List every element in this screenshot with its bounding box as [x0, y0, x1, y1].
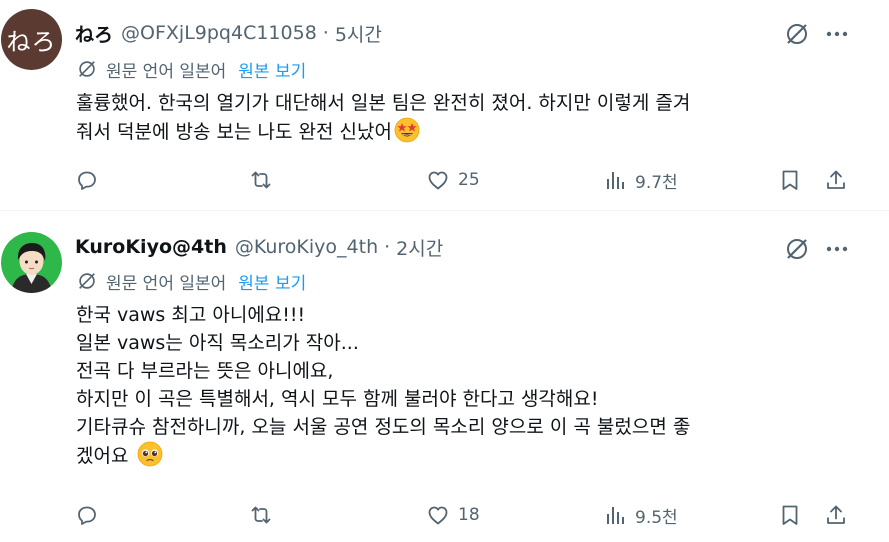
views-button[interactable]: 9.5천 — [603, 500, 678, 530]
show-original-link[interactable]: 원본 보기 — [238, 269, 306, 294]
tweet-header: KuroKiyo@4th @KuroKiyo_4th · 2시간 — [75, 234, 443, 260]
bookmark-button[interactable] — [778, 500, 802, 530]
view-count: 9.7천 — [635, 172, 678, 193]
more-options-button[interactable] — [822, 235, 852, 263]
grok-icon — [787, 24, 807, 44]
like-count: 18 — [458, 505, 480, 525]
reply-icon — [78, 171, 96, 190]
translation-notice: 원문 언어 일본어 원본 보기 — [76, 269, 306, 294]
user-handle[interactable]: @OFXjL9pq4C11058 — [121, 22, 317, 44]
share-button[interactable] — [824, 165, 848, 195]
share-icon — [827, 170, 845, 189]
tweet-actions: 18 9.5천 — [0, 500, 889, 530]
timestamp[interactable]: 2시간 — [396, 234, 443, 261]
grok-button[interactable] — [783, 235, 811, 263]
repost-button[interactable] — [249, 500, 273, 530]
heart-icon — [428, 506, 448, 525]
heart-icon — [428, 171, 448, 190]
user-handle[interactable]: @KuroKiyo_4th — [235, 236, 378, 258]
analytics-icon — [607, 507, 624, 524]
more-dots-icon — [826, 31, 848, 37]
share-button[interactable] — [824, 500, 848, 530]
views-button[interactable]: 9.7천 — [603, 165, 678, 195]
translate-icon — [79, 273, 95, 289]
grok-icon — [787, 239, 807, 259]
separator-dot: · — [384, 236, 391, 258]
bookmark-icon — [782, 170, 798, 190]
avatar[interactable] — [1, 232, 62, 293]
reply-icon — [78, 506, 96, 525]
grok-button[interactable] — [783, 20, 811, 48]
like-button[interactable]: 18 — [426, 500, 480, 530]
translate-icon — [79, 61, 95, 77]
tweet-text: 한국 vaws 최고 아니에요!!! 일본 vaws는 아직 목소리가 작아..… — [76, 301, 866, 470]
original-language-label: 원문 언어 일본어 — [106, 273, 227, 294]
tweet-actions: 25 9.7천 — [0, 165, 889, 195]
tweet[interactable]: KuroKiyo@4th @KuroKiyo_4th · 2시간 원문 언어 일… — [0, 212, 889, 542]
tweet-text: 훌륭했어. 한국의 열기가 대단해서 일본 팀은 완전히 졌어. 하지만 이렇게… — [76, 89, 866, 146]
tweet-text-content: 훌륭했어. 한국의 열기가 대단해서 일본 팀은 완전히 졌어. 하지만 이렇게… — [76, 92, 691, 143]
avatar[interactable]: ねろ — [1, 9, 62, 70]
bookmark-button[interactable] — [778, 165, 802, 195]
repost-icon — [251, 171, 271, 189]
separator-dot: · — [322, 22, 329, 44]
display-name[interactable]: ねろ — [75, 20, 113, 47]
analytics-icon — [607, 172, 624, 189]
display-name[interactable]: KuroKiyo@4th — [75, 236, 227, 258]
tweet[interactable]: ねろ ねろ @OFXjL9pq4C11058 · 5시간 원문 언어 일본어 원… — [0, 0, 889, 211]
pleading-face-emoji — [137, 441, 162, 467]
star-struck-emoji — [394, 117, 420, 143]
translation-notice: 원문 언어 일본어 원본 보기 — [76, 57, 306, 82]
reply-button[interactable] — [75, 165, 99, 195]
like-button[interactable]: 25 — [426, 165, 480, 195]
timestamp[interactable]: 5시간 — [335, 20, 382, 47]
like-count: 25 — [458, 170, 480, 190]
more-dots-icon — [826, 246, 848, 252]
view-count: 9.5천 — [635, 507, 678, 528]
share-icon — [827, 505, 845, 524]
reply-button[interactable] — [75, 500, 99, 530]
show-original-link[interactable]: 원본 보기 — [238, 57, 306, 82]
avatar-illustration — [1, 232, 62, 293]
more-options-button[interactable] — [822, 20, 852, 48]
tweet-header: ねろ @OFXjL9pq4C11058 · 5시간 — [75, 20, 382, 46]
original-language-label: 원문 언어 일본어 — [106, 61, 227, 82]
repost-icon — [251, 506, 271, 524]
repost-button[interactable] — [249, 165, 273, 195]
avatar-text: ねろ — [1, 9, 62, 70]
bookmark-icon — [782, 505, 798, 525]
tweet-text-content: 한국 vaws 최고 아니에요!!! 일본 vaws는 아직 목소리가 작아..… — [76, 304, 691, 467]
